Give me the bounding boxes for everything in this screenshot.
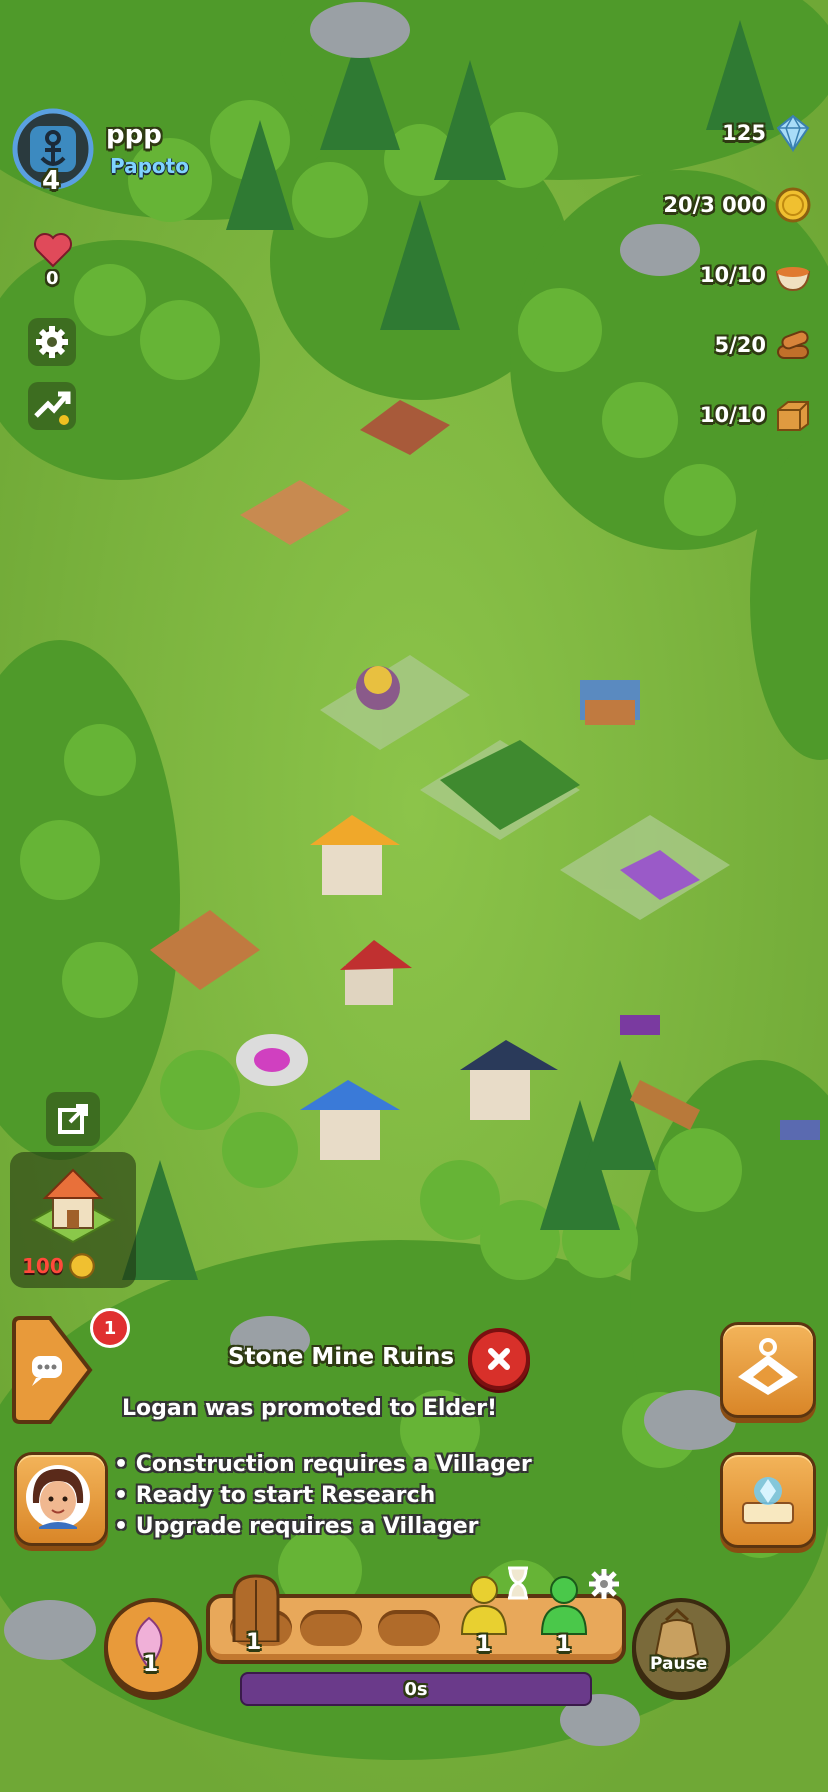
settings-button[interactable]	[28, 318, 76, 366]
player-level: 4	[42, 166, 61, 196]
boost-button[interactable]: 1	[104, 1598, 202, 1696]
slot-3	[378, 1610, 440, 1646]
selected-building-title: Stone Mine Ruins	[228, 1344, 455, 1370]
promotion-notification: Logan was promoted to Elder!	[122, 1396, 497, 1421]
wood-counter[interactable]: 5/20	[714, 326, 812, 364]
stats-button[interactable]	[28, 382, 76, 430]
village-icon	[738, 1338, 798, 1395]
doors-count: 1	[246, 1630, 262, 1655]
gem-icon	[776, 114, 810, 152]
busy-villagers-button[interactable]: 1	[536, 1574, 592, 1658]
chat-bubble-icon	[12, 1316, 93, 1424]
research-button[interactable]	[720, 1452, 816, 1548]
hourglass-icon	[508, 1566, 528, 1600]
food-counter[interactable]: 10/10	[700, 256, 812, 294]
boost-count: 1	[143, 1652, 159, 1677]
stone-value: 10/10	[699, 403, 766, 427]
wood-logs-icon	[777, 330, 809, 359]
tip-item[interactable]: • Upgrade requires a Villager	[114, 1514, 532, 1539]
doors-button[interactable]: 1	[226, 1572, 286, 1655]
busy-villagers-count: 1	[556, 1632, 572, 1657]
player-name: ppp	[106, 120, 162, 150]
gold-counter[interactable]: 20/3 000	[663, 186, 812, 224]
chat-button[interactable]	[10, 1316, 94, 1424]
slot-2	[300, 1610, 362, 1646]
soup-bowl-icon	[775, 267, 811, 292]
tip-text: Construction requires a Villager	[135, 1452, 532, 1477]
tip-text: Ready to start Research	[135, 1483, 436, 1508]
close-selection-button[interactable]	[468, 1328, 530, 1390]
hearts-count: 0	[46, 268, 59, 289]
tips-list: • Construction requires a Villager • Rea…	[114, 1452, 532, 1539]
tip-item[interactable]: • Construction requires a Villager	[114, 1452, 532, 1477]
stone-block-icon	[777, 401, 809, 431]
gems-counter[interactable]: 125	[722, 114, 812, 152]
clan-name[interactable]: Papoto	[110, 154, 189, 178]
advisor-portrait-button[interactable]	[14, 1452, 108, 1546]
advisor-avatar	[26, 1465, 90, 1529]
heart-icon	[34, 233, 72, 268]
food-value: 10/10	[699, 263, 766, 287]
pause-button[interactable]: Pause	[632, 1598, 730, 1696]
house-cost: 100	[22, 1254, 64, 1278]
gold-value: 20/3 000	[663, 193, 766, 217]
tip-text: Upgrade requires a Villager	[135, 1514, 479, 1539]
trend-up-icon	[34, 391, 71, 425]
wood-value: 5/20	[714, 333, 766, 357]
idle-villagers-count: 1	[476, 1632, 492, 1657]
coin-icon	[68, 1253, 95, 1279]
coin-icon	[775, 187, 811, 223]
chat-badge: 1	[90, 1308, 130, 1348]
house-icon	[30, 1168, 116, 1244]
research-book-icon	[742, 1477, 794, 1524]
villager-green-icon	[540, 1576, 588, 1635]
timer-bar: 0s	[240, 1672, 592, 1706]
tip-item[interactable]: • Ready to start Research	[114, 1483, 532, 1508]
close-icon	[488, 1348, 510, 1370]
village-buildings-button[interactable]	[720, 1322, 816, 1418]
exit-build-button[interactable]	[46, 1092, 100, 1146]
export-icon	[58, 1104, 88, 1134]
timer-value: 0s	[404, 1678, 428, 1700]
gems-value: 125	[722, 121, 766, 145]
hearts-counter[interactable]: 0	[28, 232, 78, 292]
gear-icon	[36, 326, 68, 358]
pause-label: Pause	[650, 1654, 708, 1674]
player-avatar[interactable]: 4	[12, 108, 94, 196]
gear-icon[interactable]	[586, 1566, 622, 1602]
stone-counter[interactable]: 10/10	[700, 396, 812, 434]
house-shop-card[interactable]: 100	[10, 1152, 136, 1288]
